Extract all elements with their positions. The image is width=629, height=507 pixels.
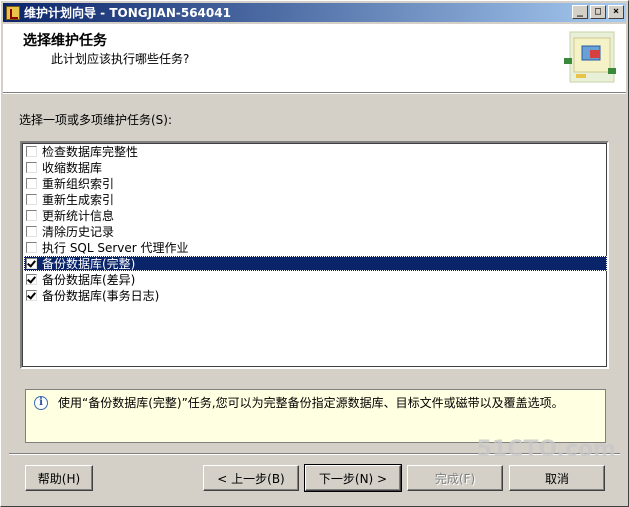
task-list-item[interactable]: 检查数据库完整性 [24, 144, 607, 159]
task-checkbox[interactable] [26, 146, 37, 157]
page-title: 选择维护任务 [23, 33, 107, 49]
window-title: 维护计划向导 - TONGJIAN-564041 [24, 6, 231, 20]
task-description-box: i 使用“备份数据库(完整)”任务,您可以为完整备份指定源数据库、目标文件或磁带… [25, 389, 606, 443]
title-bar[interactable]: 维护计划向导 - TONGJIAN-564041 _ □ × [3, 3, 626, 22]
help-button[interactable]: 帮助(H) [25, 465, 93, 491]
task-list-item[interactable]: 备份数据库(差异) [24, 272, 607, 287]
task-checkbox[interactable] [26, 210, 37, 221]
task-item-label: 执行 SQL Server 代理作业 [42, 241, 189, 255]
task-description-text: 使用“备份数据库(完整)”任务,您可以为完整备份指定源数据库、目标文件或磁带以及… [58, 396, 564, 410]
task-list-item[interactable]: 备份数据库(事务日志) [24, 288, 607, 303]
task-item-label: 收缩数据库 [42, 161, 103, 175]
task-checkbox[interactable] [26, 258, 37, 269]
watermark: 51CTO.com [476, 437, 616, 462]
task-list-label: 选择一项或多项维护任务(S): [19, 113, 173, 127]
maximize-button[interactable]: □ [590, 5, 606, 19]
task-list-item[interactable]: 清除历史记录 [24, 224, 607, 239]
next-button[interactable]: 下一步(N) > [304, 464, 402, 492]
task-checkbox[interactable] [26, 274, 37, 285]
task-list-item[interactable]: 收缩数据库 [24, 160, 607, 175]
cancel-button[interactable]: 取消 [509, 465, 605, 491]
minimize-button[interactable]: _ [572, 5, 588, 19]
task-item-label: 备份数据库(完整) [42, 257, 136, 271]
task-checkbox[interactable] [26, 242, 37, 253]
task-checkbox[interactable] [26, 162, 37, 173]
wizard-header: 选择维护任务 此计划应该执行哪些任务? [3, 24, 626, 93]
finish-button[interactable]: 完成(F) [407, 465, 503, 491]
header-divider [3, 93, 626, 94]
task-item-label: 检查数据库完整性 [42, 145, 139, 159]
wizard-window: 维护计划向导 - TONGJIAN-564041 _ □ × 选择维护任务 此计… [0, 0, 629, 507]
task-list-item[interactable]: 备份数据库(完整) [24, 256, 607, 271]
info-icon: i [34, 396, 48, 410]
task-checkbox[interactable] [26, 226, 37, 237]
task-item-label: 备份数据库(事务日志) [42, 289, 160, 303]
back-button[interactable]: < 上一步(B) [203, 465, 299, 491]
task-item-label: 更新统计信息 [42, 209, 115, 223]
task-checkbox[interactable] [26, 178, 37, 189]
close-button[interactable]: × [608, 5, 624, 19]
window-controls: _ □ × [570, 5, 624, 19]
task-list-item[interactable]: 重新生成索引 [24, 192, 607, 207]
task-list-item[interactable]: 更新统计信息 [24, 208, 607, 223]
task-item-label: 重新组织索引 [42, 177, 115, 191]
task-list-item[interactable]: 执行 SQL Server 代理作业 [24, 240, 607, 255]
task-item-label: 清除历史记录 [42, 225, 115, 239]
task-checkbox[interactable] [26, 290, 37, 301]
task-item-label: 重新生成索引 [42, 193, 115, 207]
wizard-graphic-icon [564, 31, 616, 83]
wizard-app-icon [6, 5, 20, 20]
task-checkbox[interactable] [26, 194, 37, 205]
task-checklist[interactable]: 检查数据库完整性 收缩数据库重新组织索引 重新生成索引 更新统计信息 清除历史记录执行 … [20, 141, 609, 369]
task-list-item[interactable]: 重新组织索引 [24, 176, 607, 191]
page-subtitle: 此计划应该执行哪些任务? [51, 52, 190, 66]
task-item-label: 备份数据库(差异) [42, 273, 136, 287]
